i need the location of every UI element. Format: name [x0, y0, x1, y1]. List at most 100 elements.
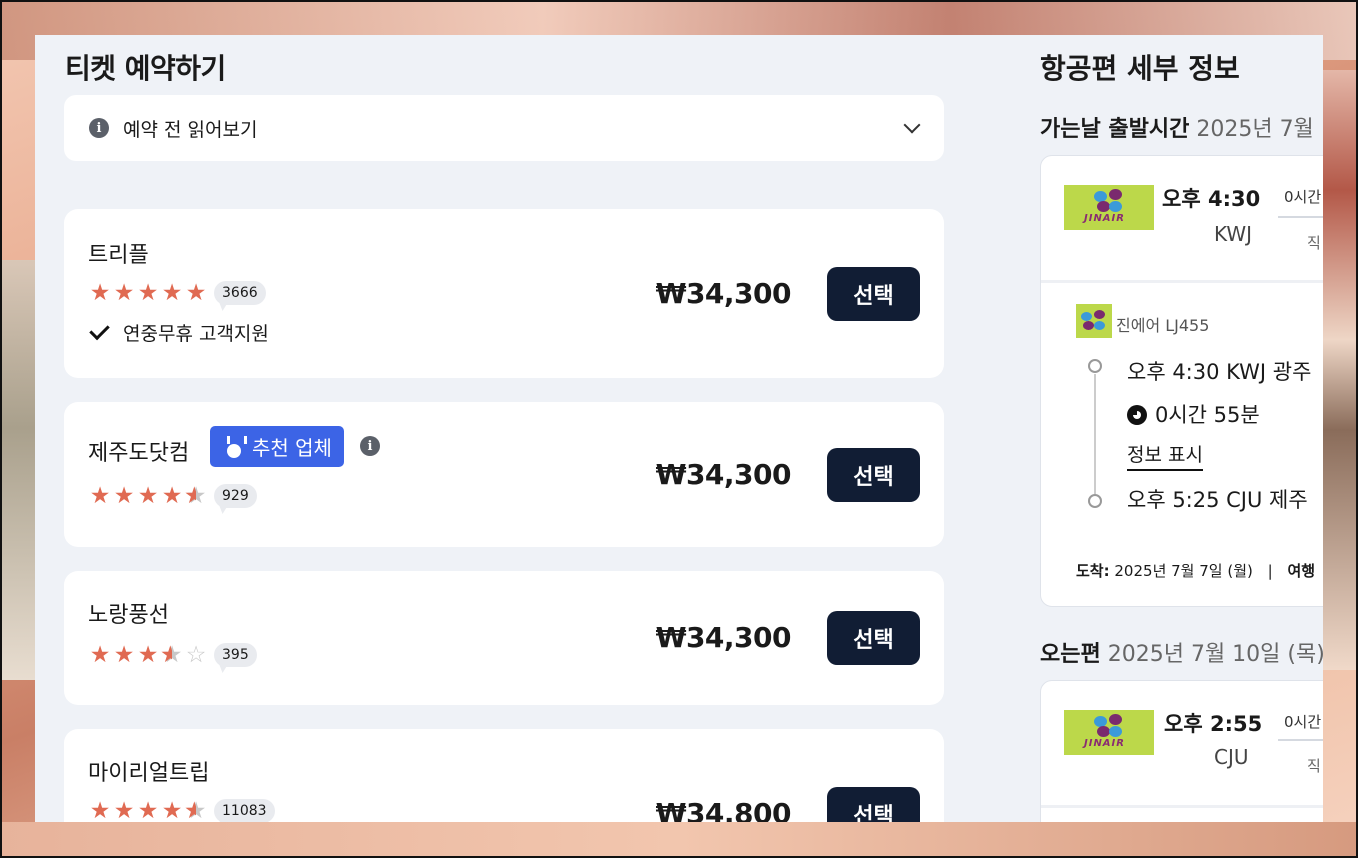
star-icon: ★ [113, 482, 135, 509]
logo-text: JINAIR [1084, 738, 1125, 749]
price: ₩34,300 [655, 277, 792, 310]
pre-booking-notice[interactable]: i 예약 전 읽어보기 [64, 95, 944, 161]
star-icon: ★ [137, 797, 159, 822]
select-button[interactable]: 선택 [827, 448, 920, 502]
half-star-icon: ★ [184, 484, 208, 508]
support-label: 연중무휴 고객지원 [123, 323, 269, 345]
star-icon: ★ [137, 482, 159, 509]
star-icon: ★ [161, 482, 183, 509]
inbound-label: 오는편 [1040, 642, 1101, 667]
flight-details-section: 항공편 세부 정보 가는날 출발시간 2025년 7월 JINAIR 오후 4:… [1040, 35, 1323, 822]
arrival-info: 도착: 2025년 7월 7일 (월) | 여행 [1076, 560, 1315, 581]
butterfly-icon [1094, 714, 1124, 738]
star-icon: ★ [89, 279, 111, 306]
timeline [1094, 374, 1096, 494]
depart-code: KWJ [1214, 222, 1253, 246]
review-count: 395 [214, 643, 257, 667]
depart-code: CJU [1214, 745, 1249, 769]
star-icon: ★ [137, 279, 159, 306]
route-line [1278, 216, 1323, 218]
vendor-name: 트리플 [88, 243, 149, 268]
star-icon: ★ [89, 641, 111, 668]
direct-label: 직 [1307, 234, 1321, 252]
half-star-icon: ★ [184, 799, 208, 822]
vendor-card: 마이리얼트립 ★ ★ ★ ★ ★ 11083 ₩34,800 선택 [64, 729, 944, 822]
vendor-card: 트리플 ★ ★ ★ ★ ★ 3666 연중무휴 고객지원 ₩34,300 선택 [64, 209, 944, 378]
depart-time: 오후 2:55 [1164, 712, 1263, 736]
booking-panel: 티켓 예약하기 i 예약 전 읽어보기 트리플 ★ ★ ★ ★ ★ 3666 연… [35, 35, 1323, 822]
vendor-name: 제주도닷컴 [88, 441, 190, 466]
support-feature: 연중무휴 고객지원 [88, 319, 269, 346]
vendor-card: 노랑풍선 ★ ★ ★ ★ ☆ 395 ₩34,300 선택 [64, 571, 944, 705]
price: ₩34,300 [655, 621, 792, 654]
star-rating: ★ ★ ★ ★ ☆ 395 [88, 643, 257, 667]
ticket-booking-section: 티켓 예약하기 i 예약 전 읽어보기 트리플 ★ ★ ★ ★ ★ 3666 연… [64, 35, 944, 822]
price: ₩34,300 [655, 458, 792, 491]
butterfly-icon [1081, 310, 1107, 332]
airline-flight-number: 진에어 LJ455 [1116, 316, 1210, 335]
background-left [0, 260, 40, 680]
page-title: 티켓 예약하기 [65, 52, 226, 85]
segment-arrive: 오후 5:25 CJU 제주 [1127, 488, 1308, 512]
show-info-link[interactable]: 정보 표시 [1127, 440, 1203, 471]
star-icon: ★ [89, 482, 111, 509]
half-star-icon: ★ [160, 643, 184, 667]
info-icon: i [89, 118, 109, 138]
star-rating: ★ ★ ★ ★ ★ 929 [88, 484, 257, 508]
review-count: 929 [214, 484, 257, 508]
arrival-date: 2025년 7월 7일 (월) [1114, 562, 1253, 580]
details-title: 항공편 세부 정보 [1040, 52, 1240, 85]
medal-icon [224, 436, 244, 458]
separator: | [1267, 562, 1273, 580]
check-icon [89, 319, 110, 340]
logo-text: JINAIR [1084, 213, 1125, 224]
star-icon: ★ [89, 797, 111, 822]
star-icon: ★ [113, 641, 135, 668]
arrival-label: 도착: [1076, 562, 1110, 580]
background-bottom [0, 822, 1358, 858]
arrive-dot [1088, 494, 1102, 508]
outbound-heading: 가는날 출발시간 2025년 7월 [1040, 111, 1314, 143]
divider [1041, 280, 1323, 283]
segment-duration-text: 0시간 55분 [1155, 403, 1260, 427]
duration: 0시간 [1284, 188, 1322, 206]
info-icon[interactable]: i [360, 436, 380, 456]
butterfly-icon [1094, 189, 1124, 213]
star-icon: ★ [161, 279, 183, 306]
travel-label: 여행 [1287, 562, 1316, 580]
review-count: 11083 [214, 799, 275, 822]
star-icon: ★ [113, 279, 135, 306]
segment-depart: 오후 4:30 KWJ 광주 [1127, 360, 1312, 384]
route-line [1278, 739, 1323, 741]
star-icon: ★ [161, 797, 183, 822]
segment-duration: 0시간 55분 [1127, 399, 1260, 429]
outbound-label: 가는날 출발시간 [1040, 117, 1190, 142]
outbound-date: 2025년 7월 [1196, 117, 1314, 142]
badge-label: 추천 업체 [252, 436, 332, 460]
jinair-small-logo [1076, 304, 1112, 338]
jinair-logo: JINAIR [1064, 710, 1154, 755]
depart-time: 오후 4:30 [1162, 187, 1261, 211]
star-icon: ★ [113, 797, 135, 822]
recommended-badge: 추천 업체 [210, 426, 344, 467]
vendor-card: 제주도닷컴 추천 업체 i ★ ★ ★ ★ ★ 929 ₩34,300 선택 [64, 402, 944, 547]
empty-star-icon: ☆ [185, 641, 207, 668]
star-icon: ★ [185, 279, 207, 306]
review-count: 3666 [214, 281, 266, 305]
vendor-name: 노랑풍선 [88, 603, 169, 628]
star-icon: ★ [137, 641, 159, 668]
duration: 0시간 [1284, 713, 1322, 731]
clock-icon [1127, 405, 1147, 425]
notice-label: 예약 전 읽어보기 [123, 118, 258, 141]
outbound-flight-card[interactable]: JINAIR 오후 4:30 KWJ 0시간 직 진에어 LJ455 오후 4:… [1040, 155, 1323, 607]
select-button[interactable]: 선택 [827, 611, 920, 665]
divider [1041, 805, 1323, 808]
inbound-flight-card[interactable]: JINAIR 오후 2:55 CJU 0시간 직 [1040, 680, 1323, 822]
inbound-heading: 오는편 2025년 7월 10일 (목) [1040, 636, 1323, 668]
jinair-logo: JINAIR [1064, 185, 1154, 230]
price: ₩34,800 [655, 797, 792, 822]
chevron-down-icon[interactable] [903, 116, 921, 134]
select-button[interactable]: 선택 [827, 267, 920, 321]
direct-label: 직 [1307, 757, 1321, 775]
select-button[interactable]: 선택 [827, 787, 920, 822]
